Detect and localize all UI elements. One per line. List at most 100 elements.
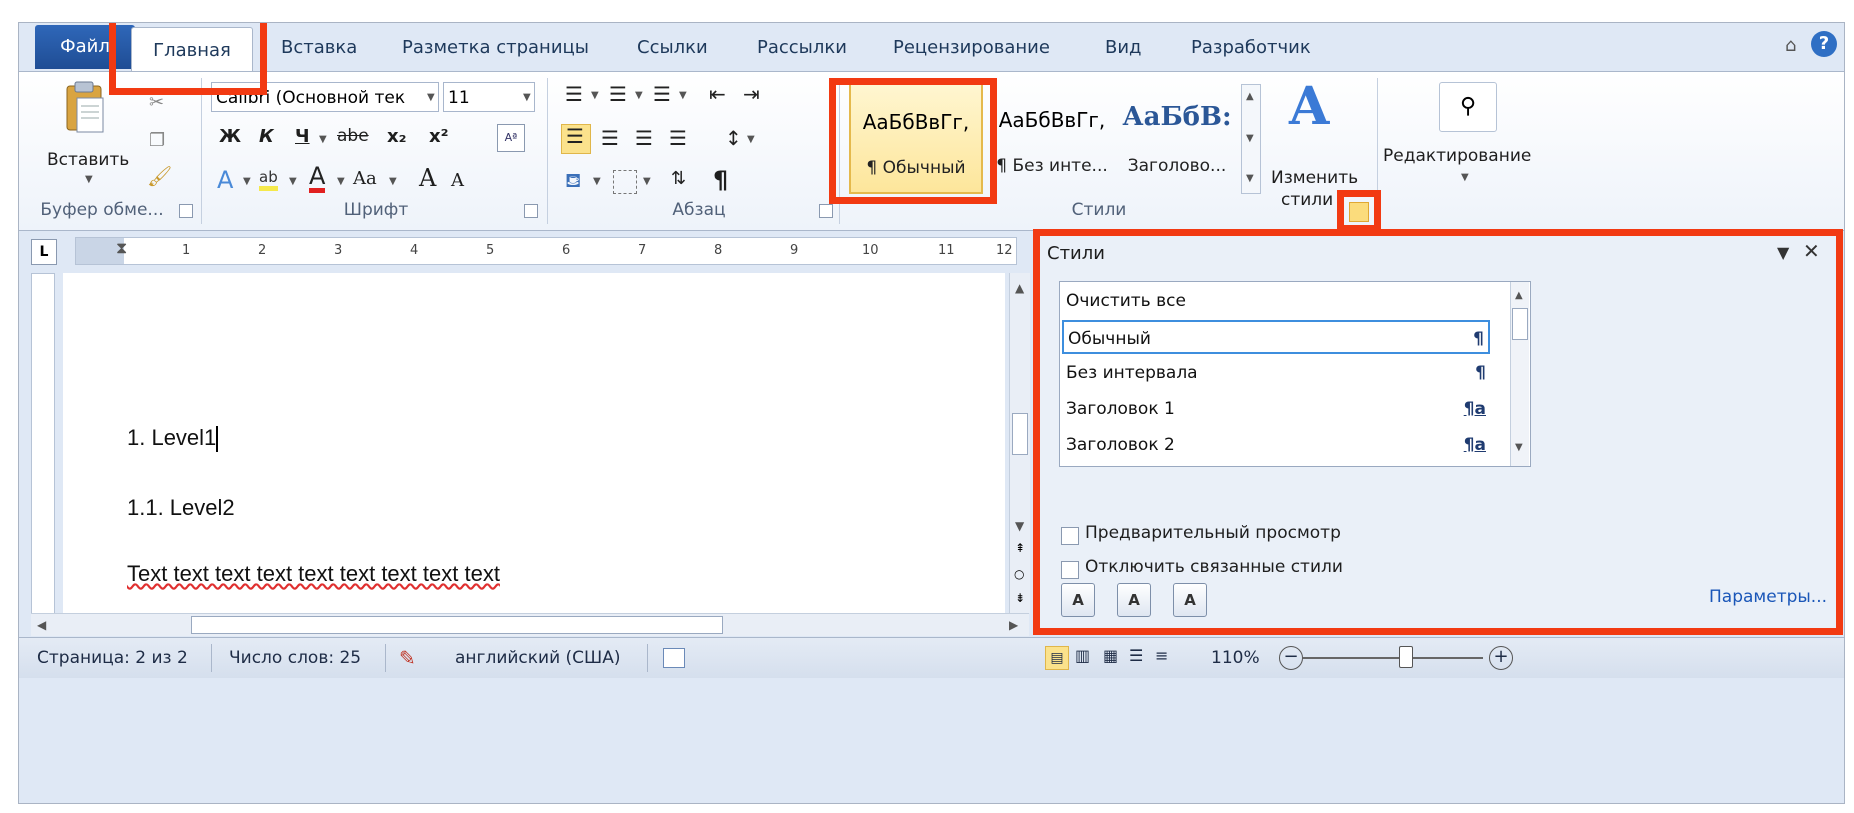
language-indicator[interactable]: английский (США) [455, 638, 620, 678]
align-right-icon[interactable]: ☰ [635, 126, 653, 150]
editing-button[interactable]: Редактирование [1383, 146, 1531, 166]
horizontal-scroll-thumb[interactable] [191, 616, 723, 634]
scroll-down-icon[interactable]: ▼ [1015, 519, 1024, 533]
page-indicator[interactable]: Страница: 2 из 2 [37, 638, 188, 678]
borders-icon[interactable] [613, 170, 637, 194]
shading-icon[interactable]: ⛾ [565, 168, 581, 195]
tab-stop-selector-icon[interactable]: L [31, 239, 57, 265]
outline-view-icon[interactable]: ☰ [1129, 646, 1143, 665]
change-case-button[interactable]: Aa [353, 168, 377, 189]
show-marks-button[interactable]: ¶ [713, 166, 728, 194]
style-tile-no-spacing[interactable]: АаБбВвГг, ¶ Без инте... [985, 82, 1119, 194]
shrink-font-button[interactable]: A [451, 170, 464, 191]
find-binoculars-icon[interactable]: ⚲ [1439, 82, 1497, 132]
copy-icon[interactable]: ❐ [149, 130, 165, 151]
justify-icon[interactable]: ☰ [669, 126, 687, 150]
paste-dropdown-icon[interactable]: ▼ [85, 174, 93, 185]
subscript-button[interactable]: x₂ [387, 126, 407, 147]
horizontal-ruler[interactable]: ⧗ 1 2 3 4 5 6 7 8 9 10 11 12 [75, 237, 1017, 265]
bold-button[interactable]: Ж [219, 126, 241, 147]
decrease-indent-icon[interactable]: ⇤ [709, 82, 726, 106]
multilevel-list-icon[interactable]: ☰ [653, 82, 671, 106]
change-styles-icon[interactable]: A [1289, 76, 1329, 137]
styles-gallery-scroll[interactable]: ▲ ▼ ▼ [1241, 84, 1261, 194]
font-name-dropdown-icon[interactable]: ▼ [427, 92, 435, 103]
font-color-icon[interactable]: A [309, 164, 326, 193]
sort-icon[interactable]: ⇅ [671, 168, 686, 189]
zoom-out-icon[interactable]: − [1279, 646, 1303, 670]
tab-references[interactable]: Ссылки [637, 23, 708, 71]
next-page-icon[interactable]: ⇟ [1015, 591, 1025, 605]
underline-button[interactable]: Ч [295, 126, 310, 147]
tab-view[interactable]: Вид [1105, 23, 1142, 71]
clipboard-launcher-icon[interactable] [179, 204, 193, 218]
draft-view-icon[interactable]: ≡ [1155, 646, 1168, 665]
align-left-button[interactable]: ☰ [561, 124, 591, 154]
doc-line-level2[interactable]: 1.1. Level2 [127, 495, 235, 521]
underline-dropdown-icon[interactable]: ▼ [319, 134, 327, 145]
format-painter-icon[interactable]: 🖌 [147, 164, 172, 188]
superscript-button[interactable]: x² [429, 126, 449, 147]
borders-dropdown-icon[interactable]: ▼ [643, 176, 651, 187]
zoom-level[interactable]: 110% [1211, 638, 1260, 678]
proofing-icon[interactable]: ✎ [399, 638, 416, 678]
tab-insert[interactable]: Вставка [281, 23, 357, 71]
browse-object-icon[interactable]: ○ [1014, 567, 1024, 581]
scroll-right-icon[interactable]: ▶ [1009, 618, 1018, 632]
align-center-icon[interactable]: ☰ [601, 126, 619, 150]
indent-marker-icon[interactable]: ⧗ [116, 238, 127, 258]
prev-page-icon[interactable]: ⇞ [1015, 541, 1025, 555]
scroll-left-icon[interactable]: ◀ [37, 618, 46, 632]
line-spacing-icon[interactable]: ↕ [725, 126, 742, 150]
zoom-slider[interactable] [1303, 657, 1483, 659]
font-color-dropdown-icon[interactable]: ▼ [337, 176, 345, 187]
shading-dropdown-icon[interactable]: ▼ [593, 176, 601, 187]
document-page[interactable]: 1. Level1 1.1. Level2 Text text text tex… [63, 273, 1005, 613]
paragraph-launcher-icon[interactable] [819, 204, 833, 218]
cut-icon[interactable]: ✂ [149, 92, 164, 113]
vertical-ruler[interactable] [31, 273, 55, 615]
vertical-scroll-thumb[interactable] [1012, 413, 1028, 455]
change-case-dropdown-icon[interactable]: ▼ [389, 176, 397, 187]
line-spacing-dropdown-icon[interactable]: ▼ [747, 134, 755, 145]
macro-record-icon[interactable] [663, 648, 685, 668]
clear-formatting-icon[interactable]: Aª [497, 124, 525, 152]
full-screen-view-icon[interactable]: ▥ [1075, 646, 1090, 665]
strikethrough-button[interactable]: abe [337, 126, 369, 146]
horizontal-scrollbar[interactable]: ◀ ▶ [31, 613, 1029, 636]
gallery-more-icon[interactable]: ▼ [1246, 173, 1254, 184]
print-layout-view-icon[interactable]: ▤ [1045, 646, 1069, 670]
tab-developer[interactable]: Разработчик [1191, 23, 1311, 71]
text-effects-dropdown-icon[interactable]: ▼ [243, 176, 251, 187]
doc-line-level1[interactable]: 1. Level1 [127, 425, 219, 453]
zoom-in-icon[interactable]: + [1489, 646, 1513, 670]
paste-icon[interactable] [59, 80, 107, 136]
style-tile-heading-1[interactable]: АаБбВ: Заголово... [1115, 82, 1239, 194]
web-layout-view-icon[interactable]: ▦ [1103, 646, 1118, 665]
font-size-combo[interactable]: 11 [443, 82, 535, 112]
gallery-down-icon[interactable]: ▼ [1246, 133, 1254, 144]
doc-line-body[interactable]: Text text text text text text text text … [127, 561, 500, 587]
italic-button[interactable]: К [259, 126, 274, 147]
gallery-up-icon[interactable]: ▲ [1246, 91, 1254, 102]
help-icon[interactable]: ? [1811, 31, 1837, 57]
bullets-icon[interactable]: ☰ [565, 82, 583, 106]
text-effects-icon[interactable]: A [217, 166, 233, 194]
zoom-slider-thumb[interactable] [1399, 646, 1413, 668]
numbering-icon[interactable]: ☰ [609, 82, 627, 106]
font-size-dropdown-icon[interactable]: ▼ [523, 92, 531, 103]
highlight-dropdown-icon[interactable]: ▼ [289, 176, 297, 187]
word-count[interactable]: Число слов: 25 [229, 638, 361, 678]
multilevel-dropdown-icon[interactable]: ▼ [679, 90, 687, 101]
increase-indent-icon[interactable]: ⇥ [743, 82, 760, 106]
grow-font-button[interactable]: A [419, 164, 436, 192]
tab-page-layout[interactable]: Разметка страницы [402, 23, 589, 71]
tab-review[interactable]: Рецензирование [893, 23, 1050, 71]
tab-mailings[interactable]: Рассылки [757, 23, 847, 71]
scroll-up-icon[interactable]: ▲ [1015, 281, 1024, 295]
bullets-dropdown-icon[interactable]: ▼ [591, 90, 599, 101]
paste-button[interactable]: Вставить [47, 150, 129, 170]
numbering-dropdown-icon[interactable]: ▼ [635, 90, 643, 101]
vertical-scrollbar[interactable]: ▲ ▼ ⇞ ○ ⇟ [1009, 273, 1030, 613]
editing-dropdown-icon[interactable]: ▼ [1461, 172, 1469, 183]
